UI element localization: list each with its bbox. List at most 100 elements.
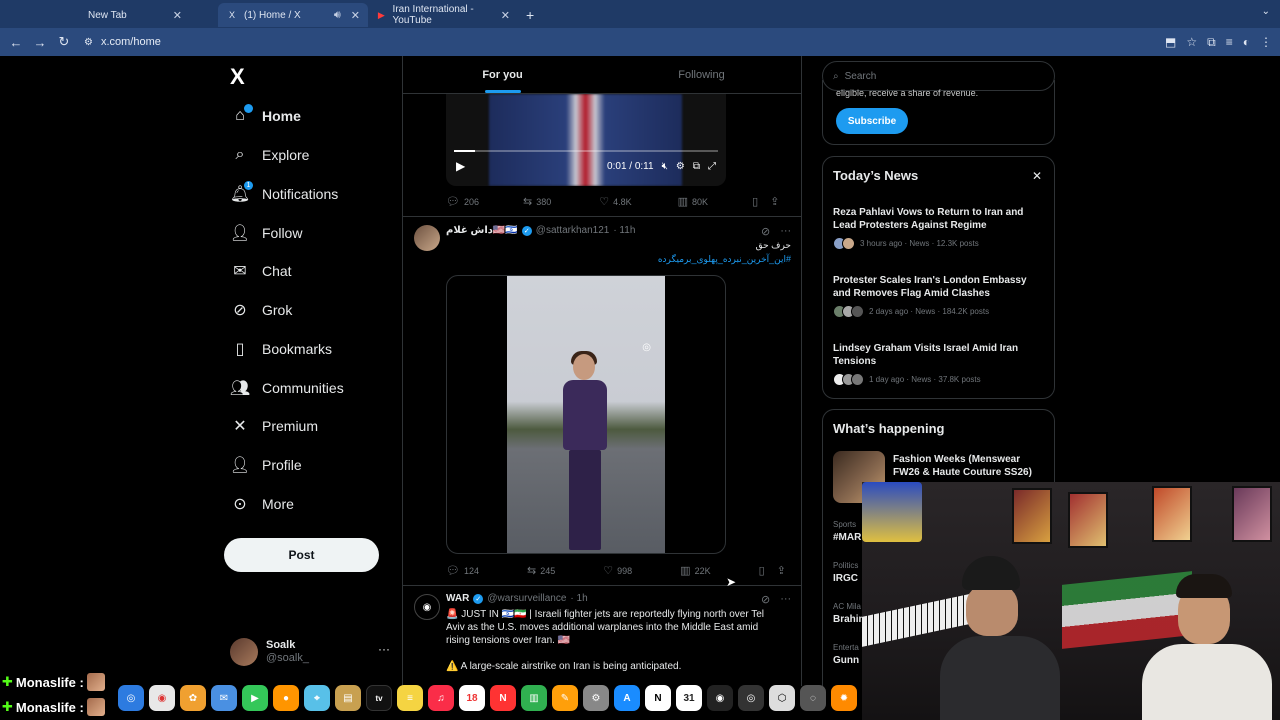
calendar-icon[interactable]: 18 [459,685,485,711]
news-item[interactable]: Lindsey Graham Visits Israel Amid Iran T… [833,342,1043,368]
like-button[interactable]: ♡ 998 [603,564,632,577]
nav-more[interactable]: ⊙ More [230,489,294,519]
reload-icon[interactable]: ↻ [52,30,76,54]
close-icon[interactable]: ✕ [501,9,510,22]
back-icon[interactable]: ← [4,30,28,54]
author-name[interactable]: WAR [446,593,469,604]
chevron-down-icon[interactable]: ⌄ [1262,6,1270,17]
tweet-time[interactable]: · 11h [613,225,635,236]
unity-icon[interactable]: ⬡ [769,685,795,711]
obs-icon[interactable]: ◉ [707,685,733,711]
profile-icon[interactable]: ◐ [1243,35,1250,49]
notion-icon[interactable]: N [645,685,671,711]
nav-profile[interactable]: 👤︎ Profile [230,450,302,480]
news-item[interactable]: Reza Pahlavi Vows to Return to Iran and … [833,206,1043,232]
settings-icon[interactable]: ⚙ [583,685,609,711]
mail-icon[interactable]: ✉ [211,685,237,711]
facetime-icon[interactable]: ▶ [242,685,268,711]
site-info-icon[interactable]: ⚙ [84,37,93,48]
author-handle[interactable]: @sattarkhan121 [536,225,610,236]
nav-bookmarks[interactable]: ▯ Bookmarks [230,334,332,364]
bookmark-button[interactable]: ▯ [752,195,758,208]
pip-icon[interactable]: ⧉ [693,161,700,172]
install-icon[interactable]: ⬒ [1165,35,1176,49]
more-icon[interactable]: ··· [780,593,791,606]
address-bar[interactable]: ⚙ x.com/home [84,36,161,48]
chrome-icon[interactable]: ◉ [149,685,175,711]
google-calendar-icon[interactable]: 31 [676,685,702,711]
subscribe-button[interactable]: Subscribe [836,108,908,134]
repost-button[interactable]: ⇆ 245 [527,564,555,577]
tab-youtube[interactable]: ▶ Iran International - YouTube ✕ [368,3,518,27]
media-icon[interactable]: ≡ [1226,35,1233,49]
views-button[interactable]: ▥ 22K [680,564,710,577]
avatar[interactable]: ◉ [414,594,440,620]
safari-icon[interactable]: ◎ [118,685,144,711]
disk-icon[interactable]: ◌ [800,685,826,711]
author-name[interactable]: داش غلام🇺🇸🇮🇱 [446,225,518,236]
nav-premium[interactable]: ✕ Premium [230,411,318,441]
nav-notifications[interactable]: 🔔︎ 1 Notifications [230,179,338,209]
nav-chat[interactable]: ✉ Chat [230,256,291,286]
notes-icon[interactable]: ≡ [397,685,423,711]
forward-icon[interactable]: → [28,30,52,54]
play-icon[interactable]: ▶ [456,159,465,173]
reply-button[interactable]: 💬︎ 124 [446,564,479,577]
more-icon[interactable]: ··· [378,642,390,656]
video-player[interactable]: ▶ 0:01 / 0:11 🔇︎ ⚙ ⧉ ⤢ [446,94,726,186]
trend-topic[interactable]: Gunn [833,655,859,666]
x-logo[interactable]: X [230,64,245,90]
avatar[interactable] [414,225,440,251]
tab-new-tab[interactable]: New Tab ✕ [80,3,190,27]
trend-topic[interactable]: IRGC [833,573,858,584]
fullscreen-icon[interactable]: ⤢ [708,161,716,172]
appletv-icon[interactable]: tv [366,685,392,711]
music-icon[interactable]: ♫ [428,685,454,711]
trend-topic[interactable]: Brahin [833,614,865,625]
trend-topic[interactable]: #MAR [833,532,861,543]
messages-icon[interactable]: ● [273,685,299,711]
author-handle[interactable]: @warsurveillance [487,593,566,604]
trend-feature[interactable]: Fashion Weeks (Menswear FW26 & Haute Cou… [893,453,1043,479]
close-icon[interactable]: ✕ [173,9,182,22]
settings-icon[interactable]: ⚙ [676,161,685,172]
maps-icon[interactable]: ⌖ [304,685,330,711]
nav-explore[interactable]: ⌕ Explore [230,140,310,170]
photos-icon[interactable]: ✿ [180,685,206,711]
like-button[interactable]: ♡ 4.8K [599,195,631,208]
appstore-icon[interactable]: A [614,685,640,711]
speaker-icon[interactable]: 🔊︎ [334,9,341,22]
numbers-icon[interactable]: ▥ [521,685,547,711]
star-icon[interactable]: ☆ [1186,35,1197,49]
mute-icon[interactable]: 🔇︎ [662,161,668,172]
hashtag-link[interactable]: #این_آخرین_نبرده_پهلوی_برمیگرده [543,254,791,265]
extensions-icon[interactable]: ⧉ [1207,35,1216,50]
tweet-time[interactable]: · 1h [570,593,587,604]
video-player[interactable]: ◎ [446,275,726,554]
account-switcher[interactable]: Soalk @soalk_ ··· [230,632,390,672]
close-icon[interactable]: ✕ [351,9,360,22]
share-button[interactable]: ⇪ [770,195,779,208]
nav-communities[interactable]: 👥︎ Communities [230,373,344,403]
nav-follow[interactable]: 👤︎ Follow [230,218,303,248]
news-item[interactable]: Protester Scales Iran's London Embassy a… [833,274,1043,300]
nav-grok[interactable]: ⊘ Grok [230,295,292,325]
tab-for-you[interactable]: For you [403,56,602,93]
news-icon[interactable]: N [490,685,516,711]
more-icon[interactable]: ··· [780,225,791,238]
grok-icon[interactable]: ⊘ [761,225,770,238]
views-button[interactable]: ▥ 80K [678,195,708,208]
fl-studio-icon[interactable]: ✹ [831,685,857,711]
logic-icon[interactable]: ◎ [738,685,764,711]
nav-home[interactable]: ⌂ Home [230,101,301,131]
grok-icon[interactable]: ⊘ [761,593,770,606]
repost-button[interactable]: ⇆ 380 [523,195,551,208]
tab-x-home[interactable]: X (1) Home / X 🔊︎ ✕ [218,3,368,27]
pages-icon[interactable]: ✎ [552,685,578,711]
new-tab-button[interactable]: + [518,3,538,27]
finder-folder-icon[interactable]: ▤ [335,685,361,711]
post-button[interactable]: Post [224,538,379,572]
close-icon[interactable]: ✕ [1032,169,1042,183]
reply-button[interactable]: 💬︎ 206 [446,195,479,208]
menu-icon[interactable]: ⋮ [1260,35,1272,49]
